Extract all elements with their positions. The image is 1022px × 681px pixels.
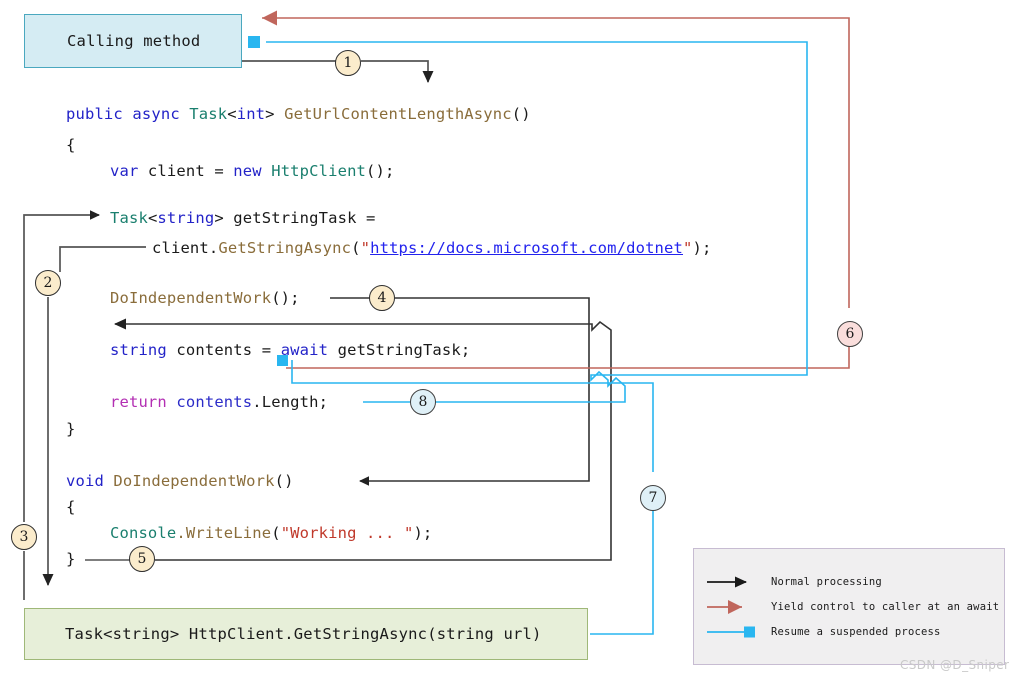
code-line-open-brace-2: { (66, 498, 75, 516)
token-getstringasync: GetStringAsync (218, 239, 351, 257)
step-badge-4: 4 (369, 285, 395, 311)
token-doindependentwork-2: DoIndependentWork (104, 472, 275, 490)
token-dot-length: .Length; (252, 393, 328, 411)
token-int: int (237, 105, 265, 123)
token-string: string (157, 209, 214, 227)
token-getstringtask: getStringTask (224, 209, 366, 227)
token-parens: () (512, 105, 531, 123)
token-writeline: .WriteLine (176, 524, 271, 542)
step-badge-5: 5 (129, 546, 155, 572)
step-badge-7-label: 7 (649, 490, 658, 506)
token-eq: = (214, 162, 233, 180)
watermark-text: CSDN @D_Sniper (900, 658, 1009, 672)
legend-label-normal: Normal processing (771, 576, 882, 588)
token-contents: contents (167, 341, 262, 359)
token-client: client (138, 162, 214, 180)
code-line-signature: public async Task<int> GetUrlContentLeng… (66, 105, 531, 123)
diagram-canvas: Calling method Task<string> HttpClient.G… (0, 0, 1022, 681)
token-method-name: GetUrlContentLengthAsync (284, 105, 512, 123)
token-task: Task (189, 105, 227, 123)
step-badge-3-label: 3 (20, 529, 29, 545)
token-public: public (66, 105, 123, 123)
token-await: await (281, 341, 328, 359)
step-badge-8-label: 8 (419, 394, 428, 410)
code-line-close-brace-1: } (66, 420, 75, 438)
step-badge-7: 7 (640, 485, 666, 511)
code-line-console-writeline: Console.WriteLine("Working ... "); (110, 524, 432, 542)
token-console: Console (110, 524, 176, 542)
step-badge-6: 6 (837, 321, 863, 347)
token-working-string: Working ... (290, 524, 404, 542)
legend-square-blue-icon (744, 627, 755, 638)
step-badge-4-label: 4 (378, 290, 387, 306)
code-line-getstringtask-decl: Task<string> getStringTask = (110, 209, 376, 227)
code-line-getstringasync-call: client.GetStringAsync("https://docs.micr… (152, 239, 711, 257)
step-badge-6-label: 6 (846, 326, 855, 342)
legend-label-resume: Resume a suspended process (771, 626, 941, 638)
code-line-doindependentwork-decl: void DoIndependentWork() (66, 472, 294, 490)
token-new: new (233, 162, 261, 180)
legend-panel: Normal processing Yield control to calle… (693, 548, 1005, 665)
token-contents-2: contents (167, 393, 252, 411)
token-getstringtask-2: getStringTask; (328, 341, 470, 359)
token-url[interactable]: https://docs.microsoft.com/dotnet (370, 239, 683, 257)
token-string-2: string (110, 341, 167, 359)
step-badge-8: 8 (410, 389, 436, 415)
token-var: var (110, 162, 138, 180)
token-void: void (66, 472, 104, 490)
code-line-return: return contents.Length; (110, 393, 328, 411)
token-return: return (110, 393, 167, 411)
token-task-2: Task (110, 209, 148, 227)
step-badge-2-label: 2 (44, 275, 53, 291)
code-line-await-contents: string contents = await getStringTask; (110, 341, 470, 359)
code-line-doindependentwork-call: DoIndependentWork(); (110, 289, 300, 307)
token-lt: < (227, 105, 236, 123)
token-client-dot: client. (152, 239, 218, 257)
code-line-close-brace-2: } (66, 550, 75, 568)
step-badge-5-label: 5 (138, 551, 147, 567)
step-badge-1: 1 (335, 50, 361, 76)
token-doindependentwork: DoIndependentWork (110, 289, 271, 307)
token-async: async (132, 105, 179, 123)
token-gt: > (265, 105, 274, 123)
step-badge-3: 3 (11, 524, 37, 550)
step-badge-1-label: 1 (344, 55, 353, 71)
token-httpclient: HttpClient (262, 162, 366, 180)
legend-label-yield: Yield control to caller at an await (771, 601, 999, 613)
step-badge-2: 2 (35, 270, 61, 296)
code-line-open-brace-1: { (66, 136, 75, 154)
code-line-var-client: var client = new HttpClient(); (110, 162, 395, 180)
